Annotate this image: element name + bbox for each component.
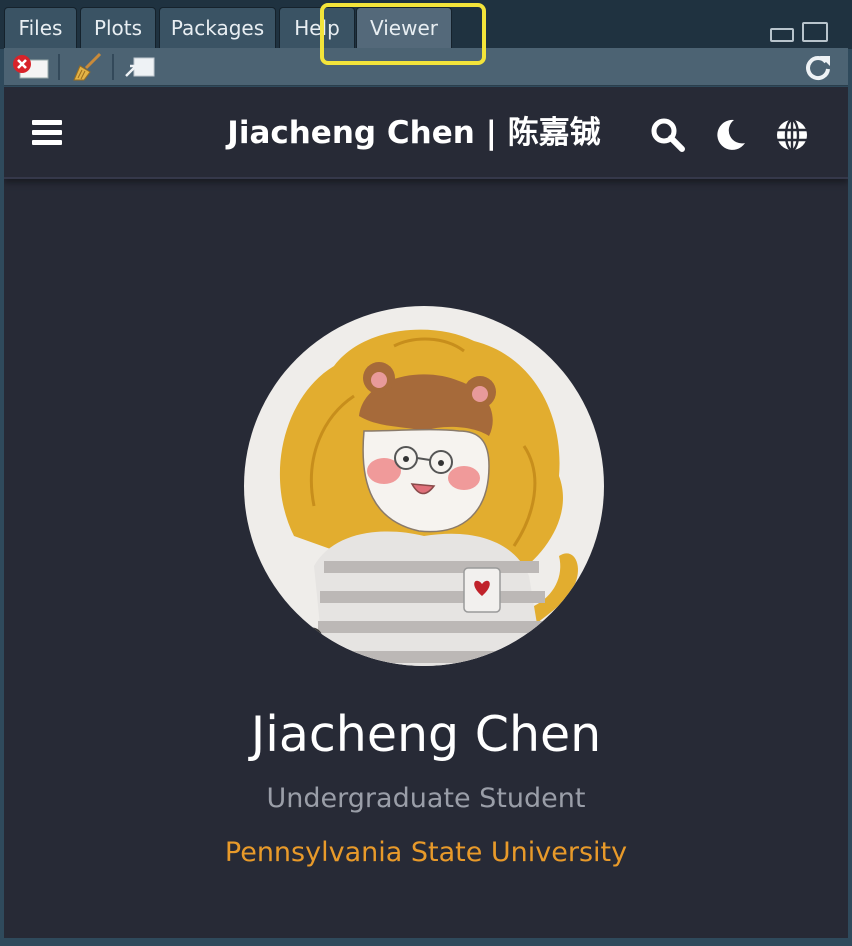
viewer-content: Jiacheng Chen | 陈嘉铖 Jiacheng Chen Underg… [4,87,848,938]
avatar-illustration [279,329,579,666]
tab-packages[interactable]: Packages [159,7,276,48]
pane-tab-strip: Files Plots Packages Help Viewer [0,0,852,49]
minimize-pane-button[interactable] [770,28,794,42]
dark-mode-moon-icon[interactable] [712,117,748,153]
tab-files[interactable]: Files [4,7,77,48]
maximize-pane-button[interactable] [802,22,828,42]
clear-viewer-icon[interactable] [12,54,50,80]
menu-icon[interactable] [32,120,62,146]
profile-organization-link[interactable]: Pennsylvania State University [4,835,848,871]
broom-icon[interactable] [70,52,104,82]
avatar [244,306,604,666]
refresh-icon[interactable] [804,53,832,81]
site-title[interactable]: Jiacheng Chen | 陈嘉铖 [214,113,614,153]
profile-name: Jiacheng Chen [250,706,602,763]
language-globe-icon[interactable] [774,117,810,153]
show-in-window-icon[interactable] [124,56,158,80]
profile-role: Undergraduate Student [266,783,586,814]
viewer-toolbar [4,48,848,86]
search-icon[interactable] [650,117,686,153]
tab-viewer[interactable]: Viewer [356,7,452,48]
tab-help[interactable]: Help [279,7,355,48]
site-navbar: Jiacheng Chen | 陈嘉铖 [4,87,848,179]
tab-plots[interactable]: Plots [80,7,156,48]
